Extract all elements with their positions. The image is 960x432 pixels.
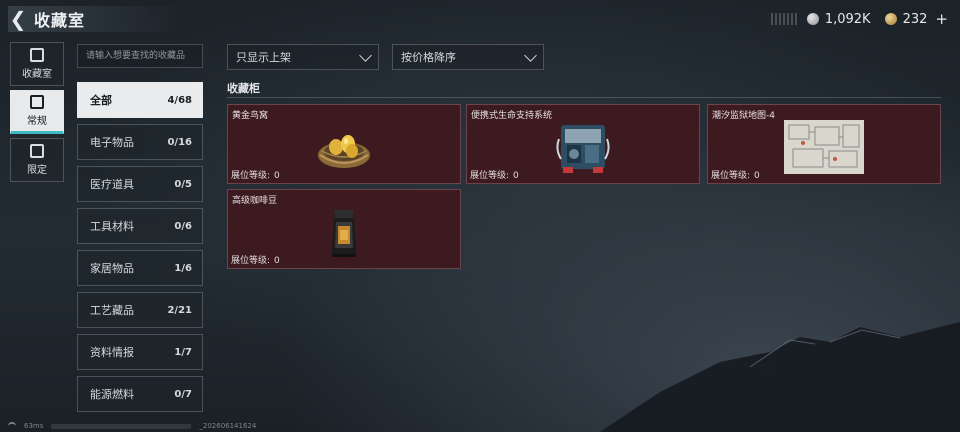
level-label: 展位等级: <box>711 171 751 181</box>
category-name: 医疗道具 <box>90 178 134 191</box>
silver-coin-icon <box>806 13 819 25</box>
collection-room-icon <box>30 48 44 62</box>
sidebar-item-label: 收藏室 <box>22 69 52 80</box>
category-energy[interactable]: 能源燃料 0/7 <box>77 376 203 412</box>
item-level: 展位等级: 0 <box>470 168 519 181</box>
category-count: 0/16 <box>167 136 192 148</box>
category-name: 工具材料 <box>90 220 134 233</box>
title-area: ❮ 收藏室 <box>8 6 186 32</box>
level-value: 0 <box>754 171 760 181</box>
category-name: 资料情报 <box>90 346 134 359</box>
category-medical[interactable]: 医疗道具 0/5 <box>77 166 203 202</box>
item-level: 展位等级: 0 <box>711 168 760 181</box>
category-count: 2/21 <box>167 304 192 316</box>
collection-card[interactable]: 黄金鸟窝 展位等级: 0 <box>227 104 461 184</box>
status-bar: 63ms _202606141624 <box>8 422 256 430</box>
section-title: 收藏柜 <box>227 82 260 95</box>
item-level: 展位等级: 0 <box>231 168 280 181</box>
level-label: 展位等级: <box>231 256 271 266</box>
item-name: 潮汐监狱地图-4 <box>712 111 775 121</box>
category-name: 工艺藏品 <box>90 304 134 317</box>
back-arrow-icon[interactable]: ❮ <box>8 7 28 31</box>
item-name: 黄金鸟窝 <box>232 111 269 121</box>
category-tools[interactable]: 工具材料 0/6 <box>77 208 203 244</box>
gold-coin-icon <box>884 13 897 25</box>
category-count: 0/7 <box>174 388 192 400</box>
display-filter-dropdown[interactable]: 只显示上架 <box>227 44 379 70</box>
item-name: 高级咖啡豆 <box>232 196 278 206</box>
category-name: 电子物品 <box>90 136 134 149</box>
silver-amount: 1,092K <box>824 11 871 27</box>
top-bar: ❮ 收藏室 1,092K 232 + <box>0 0 960 38</box>
ping-text: 63ms <box>24 422 44 430</box>
sidebar-item-label: 常规 <box>27 116 47 127</box>
mountain-background <box>600 322 960 432</box>
category-list: 全部 4/68 电子物品 0/16 医疗道具 0/5 工具材料 0/6 家居物品 1/6 … <box>77 82 203 418</box>
section-divider <box>227 97 941 98</box>
category-count: 0/6 <box>174 220 192 232</box>
page-title: 收藏室 <box>34 11 86 30</box>
limited-icon <box>30 144 44 158</box>
dropdown-value: 只显示上架 <box>236 51 291 64</box>
collection-card[interactable]: 便携式生命支持系统 展位等级: 0 <box>466 104 700 184</box>
category-count: 1/6 <box>174 262 192 274</box>
collection-card[interactable]: 高级咖啡豆 展位等级: 0 <box>227 189 461 269</box>
sidebar-item-regular[interactable]: 常规 <box>10 90 64 134</box>
level-value: 0 <box>274 171 280 181</box>
wifi-icon <box>8 422 16 430</box>
level-label: 展位等级: <box>470 171 510 181</box>
map-icon <box>784 120 864 174</box>
sidebar-item-label: 限定 <box>27 165 47 176</box>
life-support-icon <box>556 125 610 173</box>
category-count: 4/68 <box>167 94 192 106</box>
level-value: 0 <box>513 171 519 181</box>
category-all[interactable]: 全部 4/68 <box>77 82 203 118</box>
dropdown-value: 按价格降序 <box>401 51 456 64</box>
sort-dropdown[interactable]: 按价格降序 <box>392 44 544 70</box>
category-name: 家居物品 <box>90 262 134 275</box>
category-electronics[interactable]: 电子物品 0/16 <box>77 124 203 160</box>
search-input[interactable] <box>77 44 203 68</box>
category-name: 全部 <box>90 94 112 107</box>
collection-card[interactable]: 潮汐监狱地图-4 展位等级: 0 <box>707 104 941 184</box>
level-value: 0 <box>274 256 280 266</box>
category-crafts[interactable]: 工艺藏品 2/21 <box>77 292 203 328</box>
build-text: _202606141624 <box>199 422 257 430</box>
category-household[interactable]: 家居物品 1/6 <box>77 250 203 286</box>
left-sidebar: 收藏室 常规 限定 <box>10 42 64 186</box>
item-name: 便携式生命支持系统 <box>471 111 553 121</box>
stripes-decoration <box>770 13 797 25</box>
category-intel[interactable]: 资料情报 1/7 <box>77 334 203 370</box>
add-currency-button[interactable]: + <box>935 10 948 28</box>
chevron-down-icon <box>359 48 372 62</box>
golden-nest-icon <box>318 135 370 168</box>
sidebar-item-limited[interactable]: 限定 <box>10 138 64 182</box>
image-icon <box>30 95 44 109</box>
category-count: 0/5 <box>174 178 192 190</box>
category-count: 1/7 <box>174 346 192 358</box>
item-level: 展位等级: 0 <box>231 253 280 266</box>
coffee-bag-icon <box>332 210 356 257</box>
blurred-text <box>51 423 192 429</box>
category-name: 能源燃料 <box>90 388 134 401</box>
currency-bar: 1,092K 232 + <box>770 10 948 28</box>
gold-amount: 232 <box>902 11 928 27</box>
level-label: 展位等级: <box>231 171 271 181</box>
sidebar-item-collection-room[interactable]: 收藏室 <box>10 42 64 86</box>
chevron-down-icon <box>524 48 537 62</box>
